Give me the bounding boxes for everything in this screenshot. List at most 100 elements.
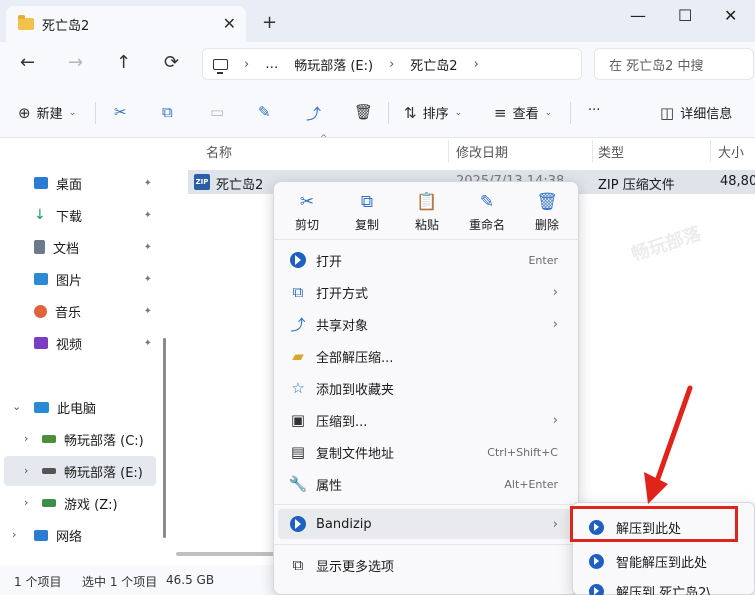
sort-icon: ⇅: [404, 103, 417, 122]
file-name: 死亡岛2: [216, 178, 264, 193]
new-tab-button[interactable]: +: [262, 12, 277, 33]
minimize-button[interactable]: —: [630, 6, 646, 25]
open-with-icon: ⧉: [292, 283, 304, 301]
cut-button[interactable]: ✂: [114, 103, 133, 121]
expand-drive-c-icon[interactable]: ›: [24, 432, 28, 445]
sidebar-item-drive-e[interactable]: › 畅玩部落 (E:): [4, 456, 156, 486]
sidebar-item-label: 下载: [56, 209, 83, 225]
menu-item-open-with[interactable]: ⧉ 打开方式 ›: [278, 277, 574, 307]
view-button[interactable]: ≡ 查看 ⌄: [494, 103, 552, 123]
menu-item-copy-path[interactable]: ▤ 复制文件地址 Ctrl+Shift+C: [278, 437, 574, 467]
sidebar-item-this-pc[interactable]: 此电脑: [34, 392, 156, 422]
delete-action[interactable]: 🗑 删除: [518, 192, 576, 233]
maximize-button[interactable]: ☐: [678, 6, 692, 25]
details-pane-button[interactable]: ◫ 详细信息: [660, 103, 732, 123]
search-input[interactable]: 在 死亡岛2 中搜: [594, 48, 754, 80]
breadcrumb-drive[interactable]: 畅玩部落 (E:): [294, 55, 373, 74]
column-divider[interactable]: [592, 140, 593, 162]
bandizip-icon: [589, 553, 604, 569]
menu-item-show-more[interactable]: ⧉ 显示更多选项: [278, 550, 574, 580]
rename-icon: ✎: [479, 192, 495, 212]
title-bar: 死亡岛2 ✕ + — ☐ ✕: [0, 0, 755, 42]
sidebar-item-drive-c[interactable]: 畅玩部落 (C:): [42, 424, 156, 454]
new-button[interactable]: ⊕ 新建 ⌄: [18, 103, 76, 123]
column-divider[interactable]: [710, 140, 711, 162]
action-label: 剪切: [294, 218, 319, 232]
column-type[interactable]: 类型: [598, 138, 624, 164]
sidebar-item-label: 畅玩部落 (E:): [64, 465, 143, 481]
copy-action[interactable]: ⧉ 复制: [338, 192, 396, 233]
copy-button[interactable]: ⧉: [162, 103, 179, 121]
delete-button[interactable]: 🗑: [354, 103, 379, 121]
refresh-button[interactable]: ⟳: [164, 52, 179, 73]
sidebar-item-desktop[interactable]: 桌面 ✦: [34, 168, 156, 198]
menu-divider: [274, 504, 580, 505]
menu-item-open[interactable]: 打开 Enter: [278, 245, 574, 275]
column-name[interactable]: 名称: [206, 138, 232, 164]
submenu-item-smart-extract[interactable]: 智能解压到此处: [577, 547, 752, 575]
pin-icon: ✦: [143, 241, 152, 253]
sort-caret-icon: ^: [320, 134, 328, 144]
sidebar-item-music[interactable]: 音乐 ✦: [34, 296, 156, 326]
navigation-bar: ← → ↑ ⟳ › … 畅玩部落 (E:) › 死亡岛2 › 在 死亡岛2 中搜: [0, 42, 755, 86]
expand-drive-e-icon[interactable]: ›: [24, 464, 28, 477]
toolbar-divider: [95, 102, 96, 124]
expand-drive-z-icon[interactable]: ›: [24, 496, 28, 509]
sidebar-item-label: 此电脑: [57, 401, 97, 417]
action-label: 重命名: [468, 218, 505, 232]
menu-divider: [274, 544, 580, 545]
wrench-icon: 🔧: [288, 475, 308, 493]
breadcrumb-overflow[interactable]: …: [265, 57, 278, 72]
computer-icon: [34, 401, 49, 413]
menu-item-share[interactable]: ⤴ 共享对象 ›: [278, 309, 574, 339]
bandizip-icon: [589, 583, 604, 595]
search-placeholder: 在 死亡岛2 中搜: [609, 58, 704, 74]
column-divider[interactable]: [448, 140, 449, 162]
forward-button[interactable]: →: [68, 52, 83, 73]
up-button[interactable]: ↑: [116, 52, 131, 73]
zip-file-icon: ZIP: [194, 174, 210, 190]
rename-action[interactable]: ✎ 重命名: [458, 192, 516, 233]
menu-item-label: 全部解压缩...: [316, 350, 394, 366]
sidebar-item-label: 图片: [56, 273, 83, 289]
scissors-icon: ✂: [114, 103, 127, 121]
sidebar-scrollbar[interactable]: [163, 338, 166, 538]
column-date[interactable]: 修改日期: [456, 138, 508, 164]
menu-item-bandizip[interactable]: Bandizip ›: [278, 509, 574, 539]
sidebar-item-videos[interactable]: 视频 ✦: [34, 328, 156, 358]
expand-this-pc-icon[interactable]: ⌄: [12, 400, 21, 413]
menu-item-extract-all[interactable]: ▰ 全部解压缩...: [278, 341, 574, 371]
paste-button[interactable]: ▭: [210, 103, 230, 121]
back-button[interactable]: ←: [20, 52, 35, 73]
desktop-icon: [34, 177, 48, 189]
scissors-icon: ✂: [299, 192, 315, 212]
close-window-button[interactable]: ✕: [724, 6, 737, 25]
details-pane-icon: ◫: [660, 103, 675, 122]
sort-button[interactable]: ⇅ 排序 ⌄: [404, 103, 462, 123]
star-icon: ☆: [291, 379, 305, 397]
sidebar-item-downloads[interactable]: ↓ 下载 ✦: [34, 200, 156, 230]
tab-current[interactable]: 死亡岛2 ✕: [6, 6, 246, 42]
sidebar-item-pictures[interactable]: 图片 ✦: [34, 264, 156, 294]
column-size[interactable]: 大小: [718, 138, 744, 164]
copy-path-icon: ▤: [290, 443, 306, 461]
sidebar-item-network[interactable]: 网络: [34, 520, 156, 550]
expand-network-icon[interactable]: ›: [12, 528, 16, 541]
more-options-button[interactable]: ···: [588, 103, 600, 118]
sidebar-item-documents[interactable]: 文档 ✦: [34, 232, 156, 262]
menu-item-compress-to[interactable]: ▣ 压缩到... ›: [278, 405, 574, 435]
shortcut-hint: Enter: [528, 253, 558, 267]
menu-item-properties[interactable]: 🔧 属性 Alt+Enter: [278, 469, 574, 499]
menu-item-label: 添加到收藏夹: [316, 382, 395, 398]
sidebar-item-drive-z[interactable]: 游戏 (Z:): [42, 488, 156, 518]
breadcrumb-folder[interactable]: 死亡岛2: [410, 55, 457, 74]
annotation-arrow-icon: [644, 385, 693, 504]
rename-button[interactable]: ✎: [258, 103, 277, 121]
cut-action[interactable]: ✂ 剪切: [278, 192, 336, 233]
address-bar[interactable]: › … 畅玩部落 (E:) › 死亡岛2 ›: [202, 48, 582, 80]
close-tab-icon[interactable]: ✕: [223, 14, 236, 33]
menu-item-add-favorite[interactable]: ☆ 添加到收藏夹: [278, 373, 574, 403]
submenu-item-extract-to-folder[interactable]: 解压到 死亡岛2\: [577, 577, 752, 595]
paste-action[interactable]: 📋 粘贴: [398, 192, 456, 233]
share-button[interactable]: ⤴: [306, 103, 327, 124]
